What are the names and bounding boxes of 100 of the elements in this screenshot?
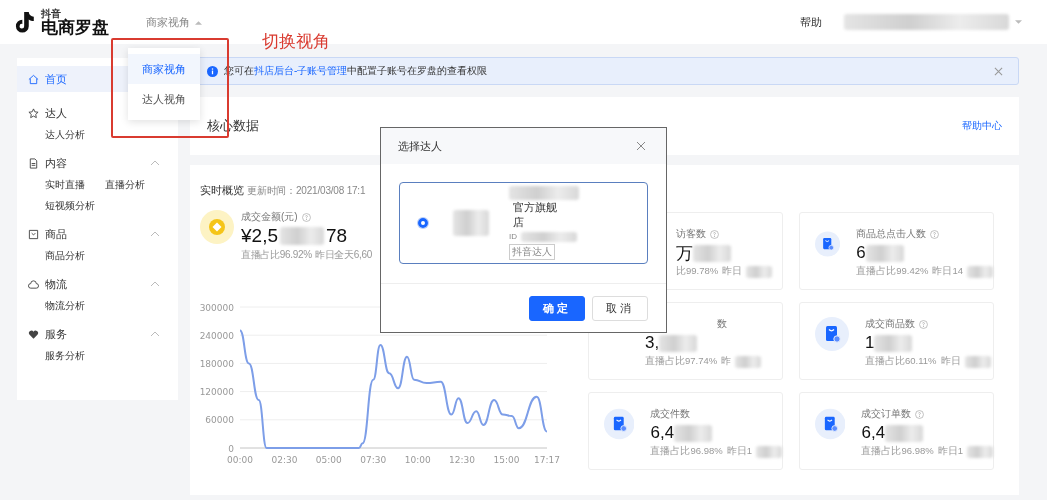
nav-subitem[interactable]: 短视频分析 xyxy=(45,199,95,213)
blurred-name xyxy=(509,186,579,201)
yesterday-value: 昨日 xyxy=(722,265,743,278)
y-tick-label: 240000 xyxy=(199,330,234,341)
nav-item[interactable]: 内容 xyxy=(17,150,178,176)
caret-icon[interactable] xyxy=(1015,19,1022,25)
update-time: 更新时间：2021/03/08 17:1 xyxy=(247,184,366,198)
star-icon xyxy=(28,107,39,119)
y-tick-label: 60000 xyxy=(205,415,234,426)
metric-label: 成交金额(元) xyxy=(241,210,298,224)
dialog-title: 选择达人 xyxy=(398,138,442,154)
home-icon xyxy=(28,73,39,85)
live-share: 直播占比97.74% xyxy=(645,355,718,368)
nav-item[interactable]: 商品 xyxy=(17,221,178,247)
box-icon xyxy=(28,228,39,240)
blurred-value xyxy=(735,355,762,368)
yesterday-value: 昨日1 xyxy=(937,445,963,458)
info-icon xyxy=(207,65,218,77)
nav-item[interactable]: 物流 xyxy=(17,271,178,297)
x-tick-label: 07:30 xyxy=(360,455,387,465)
chevron-up-icon[interactable] xyxy=(150,281,160,287)
nav-subitem[interactable]: 实时直播 xyxy=(45,178,85,192)
shopping-bag-icon xyxy=(604,407,635,441)
metric-label: 访客数 xyxy=(676,227,706,241)
metric-value: 6 xyxy=(856,243,866,263)
blurred-value xyxy=(674,424,713,442)
help-icon[interactable] xyxy=(919,319,928,329)
yesterday-value: 昨日14 xyxy=(932,265,963,278)
x-tick-label: 02:30 xyxy=(271,455,298,465)
chevron-up-icon[interactable] xyxy=(150,160,160,166)
chevron-up-icon[interactable] xyxy=(150,231,160,237)
live-share: 直播占比96.98% xyxy=(861,445,934,458)
blurred-value xyxy=(874,334,913,352)
metric-value: 6,4 xyxy=(861,423,886,443)
creator-name: 官方旗舰店 xyxy=(513,200,558,230)
blurred-value xyxy=(967,265,993,278)
metric-label: 成交商品数 xyxy=(865,317,915,331)
chevron-up-icon[interactable] xyxy=(150,331,160,337)
blurred-avatar xyxy=(453,210,489,236)
y-tick-label: 0 xyxy=(228,443,234,454)
y-tick-label: 120000 xyxy=(199,387,234,398)
account-settings-link[interactable]: 抖店后台-子账号管理 xyxy=(254,65,348,76)
blurred-value xyxy=(756,445,782,458)
nav-subitem[interactable]: 达人分析 xyxy=(45,128,85,142)
blurred-value xyxy=(746,265,773,278)
x-tick-label: 05:00 xyxy=(315,455,342,465)
nav-subitem[interactable]: 服务分析 xyxy=(45,349,85,363)
shopping-bag-icon xyxy=(815,317,849,351)
x-tick-label: 15:00 xyxy=(493,455,520,465)
id-label: ID xyxy=(509,232,517,242)
logo-title: 电商罗盘 xyxy=(41,18,109,36)
confirm-button[interactable]: 确定 xyxy=(529,295,585,321)
live-share: 比99.78% xyxy=(676,265,719,278)
nav-subitem[interactable]: 商品分析 xyxy=(45,249,85,263)
help-icon[interactable] xyxy=(301,212,311,222)
x-tick-label: 00:00 xyxy=(227,455,253,465)
menu-item[interactable]: 商家视角 xyxy=(128,54,200,84)
overview-title: 实时概览 xyxy=(200,183,244,198)
radio-button[interactable] xyxy=(418,218,428,228)
metric-value: ¥2,5 xyxy=(241,225,278,247)
help-link[interactable]: 帮助 xyxy=(800,14,822,30)
live-share: 直播占比96.92% xyxy=(241,248,312,262)
blurred-id xyxy=(521,231,577,242)
shopping-bag-icon xyxy=(815,407,846,441)
metric-label: 商品总点击人数 xyxy=(856,227,927,241)
yesterday-value: 昨日1 xyxy=(726,445,752,458)
music-note-icon xyxy=(15,10,37,34)
yesterday-value: 昨日 xyxy=(940,355,961,368)
close-icon[interactable] xyxy=(994,66,1003,76)
creator-option[interactable]: 官方旗舰店 ID 抖音达人 xyxy=(399,182,648,264)
blurred-value xyxy=(659,334,698,352)
x-tick-label: 17:17 xyxy=(534,455,560,465)
live-share: 直播占比60.11% xyxy=(865,355,937,368)
live-share: 直播占比99.42% xyxy=(856,265,929,278)
nav-item[interactable]: 服务 xyxy=(17,321,178,347)
help-icon[interactable] xyxy=(930,229,940,239)
y-tick-label: 180000 xyxy=(199,358,234,369)
metric-label: 数 xyxy=(717,317,727,331)
metric-value: 万 xyxy=(676,242,693,265)
close-icon[interactable] xyxy=(636,141,646,151)
caret-icon[interactable] xyxy=(195,19,202,25)
blurred-value xyxy=(865,244,904,262)
creator-tag: 抖音达人 xyxy=(509,243,555,260)
y-tick-label: 300000 xyxy=(199,302,234,313)
cancel-button[interactable]: 取消 xyxy=(592,295,648,321)
x-tick-label: 12:30 xyxy=(449,455,476,465)
live-share: 直播占比96.98% xyxy=(650,445,723,458)
nav-subitem[interactable]: 直播分析 xyxy=(105,178,145,192)
blurred-value xyxy=(967,445,993,458)
blurred-value xyxy=(280,227,324,245)
nav-subitem[interactable]: 物流分析 xyxy=(45,299,85,313)
help-icon[interactable] xyxy=(915,409,925,419)
x-tick-label: 10:00 xyxy=(404,455,431,465)
yesterday-value: 昨日全天6,60 xyxy=(314,248,372,262)
coin-icon xyxy=(200,210,234,244)
metric-label: 成交件数 xyxy=(650,407,691,421)
help-icon[interactable] xyxy=(710,229,719,239)
help-center-link[interactable]: 帮助中心 xyxy=(962,119,1002,133)
annotation-text: 切换视角 xyxy=(262,31,330,53)
blurred-value xyxy=(964,355,991,368)
